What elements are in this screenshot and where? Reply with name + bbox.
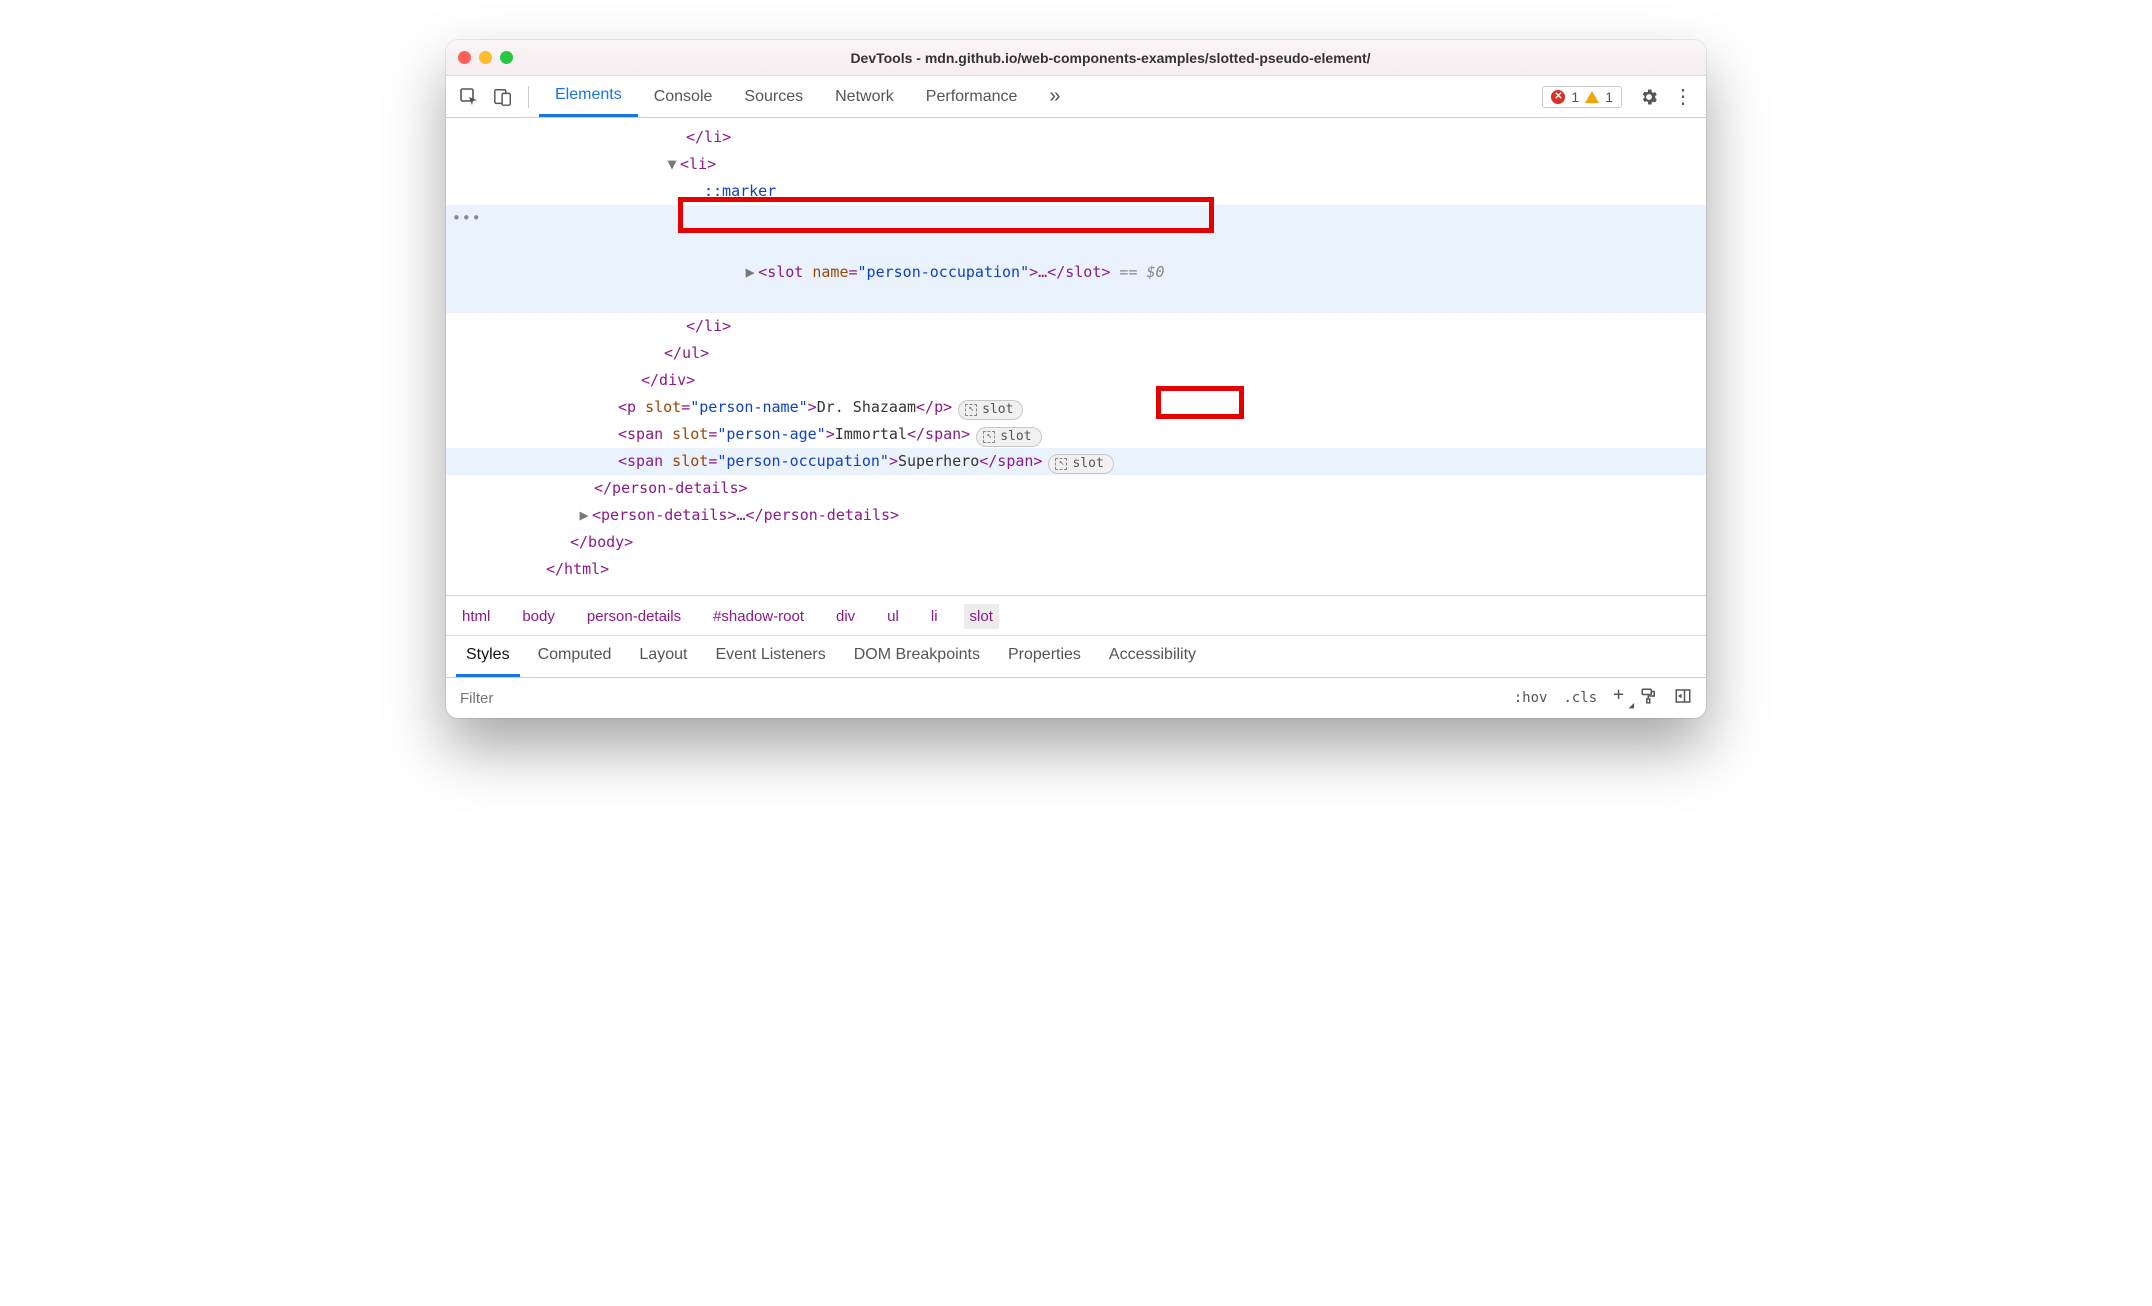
zoom-window-button[interactable] (500, 51, 513, 64)
tree-line[interactable]: ▼<li> (446, 151, 1706, 178)
subtab-styles[interactable]: Styles (456, 636, 520, 677)
cls-toggle[interactable]: .cls (1555, 690, 1605, 706)
tree-line[interactable]: </html> (446, 556, 1706, 583)
kebab-menu-icon[interactable]: ⋮ (1668, 82, 1698, 112)
warning-count: 1 (1605, 89, 1613, 105)
tree-line[interactable]: </person-details> (446, 475, 1706, 502)
crumb-shadow-root[interactable]: #shadow-root (707, 604, 810, 629)
tree-line[interactable]: </div> (446, 367, 1706, 394)
minimize-window-button[interactable] (479, 51, 492, 64)
tab-sources[interactable]: Sources (728, 76, 819, 117)
gear-icon[interactable] (1634, 82, 1664, 112)
new-style-rule-icon[interactable]: +◢ (1605, 684, 1632, 705)
tree-line-selected[interactable]: ••• ▶<slot name="person-occupation">…</s… (446, 205, 1706, 313)
tab-more-chevron-icon[interactable]: » (1033, 76, 1076, 117)
subtab-dom-breakpoints[interactable]: DOM Breakpoints (844, 636, 990, 677)
tree-line[interactable]: </li> (446, 124, 1706, 151)
error-icon: ✕ (1551, 90, 1565, 104)
tab-performance[interactable]: Performance (910, 76, 1034, 117)
styles-filter-input[interactable] (456, 684, 1506, 713)
tree-line[interactable]: </ul> (446, 340, 1706, 367)
reveal-slot-badge[interactable]: ↖slot (1048, 454, 1113, 474)
divider (528, 86, 529, 108)
issue-counter[interactable]: ✕ 1 1 (1542, 86, 1622, 108)
tree-line[interactable]: <span slot="person-age">Immortal</span>↖… (446, 421, 1706, 448)
breadcrumbs: html body person-details #shadow-root di… (446, 595, 1706, 629)
reveal-icon: ↖ (983, 431, 995, 443)
styles-tabs: Styles Computed Layout Event Listeners D… (446, 635, 1706, 678)
subtab-computed[interactable]: Computed (528, 636, 622, 677)
hov-toggle[interactable]: :hov (1506, 690, 1556, 706)
titlebar: DevTools - mdn.github.io/web-components-… (446, 40, 1706, 76)
tab-console[interactable]: Console (638, 76, 729, 117)
reveal-icon: ↖ (965, 404, 977, 416)
device-toggle-icon[interactable] (488, 82, 518, 112)
subtab-layout[interactable]: Layout (629, 636, 697, 677)
expand-arrow-icon[interactable]: ▶ (578, 502, 590, 529)
gutter-ellipsis-icon[interactable]: ••• (452, 205, 482, 232)
tree-line[interactable]: ▶<person-details>…</person-details> (446, 502, 1706, 529)
expand-arrow-icon[interactable]: ▼ (666, 151, 678, 178)
crumb-li[interactable]: li (925, 604, 944, 629)
window-title: DevTools - mdn.github.io/web-components-… (527, 50, 1694, 66)
elements-tree[interactable]: </li> ▼<li> ::marker ••• ▶<slot name="pe… (446, 118, 1706, 595)
tree-line-hover[interactable]: <span slot="person-occupation">Superhero… (446, 448, 1706, 475)
panel-tabs: Elements Console Sources Network Perform… (539, 76, 1077, 117)
tab-network[interactable]: Network (819, 76, 910, 117)
expand-arrow-icon[interactable]: ▶ (744, 259, 756, 286)
tree-line[interactable]: </body> (446, 529, 1706, 556)
crumb-person-details[interactable]: person-details (581, 604, 687, 629)
main-toolbar: Elements Console Sources Network Perform… (446, 76, 1706, 118)
reveal-slot-badge[interactable]: ↖slot (976, 427, 1041, 447)
tree-line[interactable]: </li> (446, 313, 1706, 340)
reveal-icon: ↖ (1055, 458, 1067, 470)
error-count: 1 (1571, 89, 1579, 105)
crumb-ul[interactable]: ul (881, 604, 905, 629)
devtools-window: DevTools - mdn.github.io/web-components-… (446, 40, 1706, 718)
crumb-html[interactable]: html (456, 604, 496, 629)
reveal-slot-badge[interactable]: ↖slot (958, 400, 1023, 420)
tree-line[interactable]: <p slot="person-name">Dr. Shazaam</p>↖sl… (446, 394, 1706, 421)
subtab-accessibility[interactable]: Accessibility (1099, 636, 1206, 677)
subtab-properties[interactable]: Properties (998, 636, 1091, 677)
crumb-slot[interactable]: slot (964, 604, 999, 629)
inspect-icon[interactable] (454, 82, 484, 112)
paint-icon[interactable] (1632, 687, 1666, 709)
tab-elements[interactable]: Elements (539, 76, 638, 117)
warning-icon (1585, 91, 1599, 103)
crumb-body[interactable]: body (516, 604, 561, 629)
tree-line[interactable]: ::marker (446, 178, 1706, 205)
styles-filter-bar: :hov .cls +◢ (446, 678, 1706, 718)
toggle-sidebar-icon[interactable] (1666, 687, 1700, 709)
traffic-lights (458, 51, 513, 64)
crumb-div[interactable]: div (830, 604, 861, 629)
subtab-event-listeners[interactable]: Event Listeners (705, 636, 835, 677)
close-window-button[interactable] (458, 51, 471, 64)
